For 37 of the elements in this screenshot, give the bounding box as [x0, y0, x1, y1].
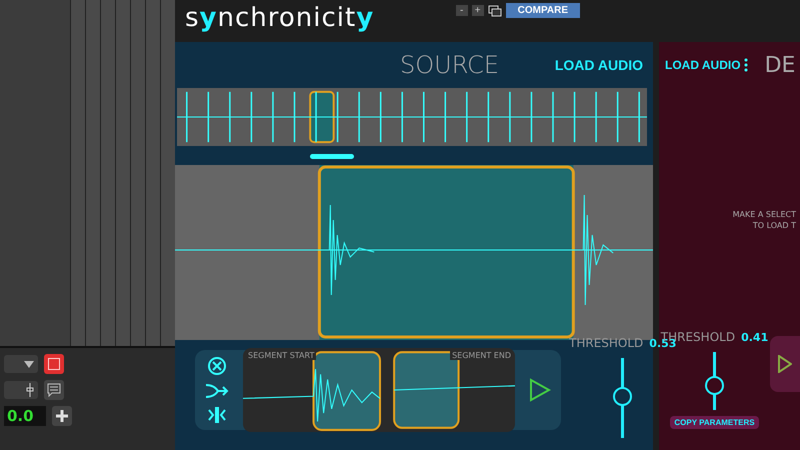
merge-arrow-icon[interactable] [205, 382, 229, 400]
segment-waveform[interactable] [243, 348, 515, 432]
note-icon[interactable] [44, 380, 64, 400]
close-icon[interactable] [207, 356, 227, 376]
logo: synchronicity [185, 2, 374, 35]
slider-thumb[interactable] [705, 376, 724, 396]
threshold-value: 0.41 [741, 331, 768, 344]
caret-icon [24, 360, 34, 368]
scroll-handle[interactable] [310, 154, 354, 159]
add-icon[interactable] [52, 406, 72, 426]
copy-parameters-button[interactable]: COPY PARAMETERS [670, 416, 759, 429]
dropdown[interactable] [4, 355, 38, 373]
record-button[interactable] [44, 354, 64, 374]
load-audio-button[interactable]: LOAD AUDIO [665, 58, 741, 72]
dots-icon[interactable] [744, 58, 748, 72]
minus-button[interactable]: - [456, 5, 468, 16]
main-waveform[interactable] [175, 165, 653, 340]
slider-thumb[interactable] [613, 387, 632, 406]
segment-end-label: SEGMENT END [450, 351, 513, 360]
compare-button[interactable]: COMPARE [506, 3, 580, 18]
destination-title: DE [764, 52, 796, 78]
pan-field[interactable] [4, 381, 38, 399]
play-icon[interactable] [529, 378, 551, 402]
volume-readout: 0.0 [4, 406, 46, 426]
plus-button[interactable]: + [472, 5, 484, 16]
windows-icon[interactable] [488, 4, 502, 16]
hint-text: MAKE A SELECT [732, 210, 796, 219]
overview-waveform[interactable] [177, 88, 647, 146]
pin-icon [26, 383, 34, 397]
load-audio-button[interactable]: LOAD AUDIO [554, 57, 643, 73]
segment-start-label: SEGMENT START [246, 351, 316, 360]
source-title: SOURCE [400, 51, 500, 79]
collapse-icon[interactable] [207, 406, 227, 424]
play-icon [778, 355, 792, 373]
threshold-label: THRESHOLD [569, 336, 644, 350]
hint-text: TO LOAD T [752, 221, 796, 230]
play-button[interactable] [770, 336, 800, 392]
